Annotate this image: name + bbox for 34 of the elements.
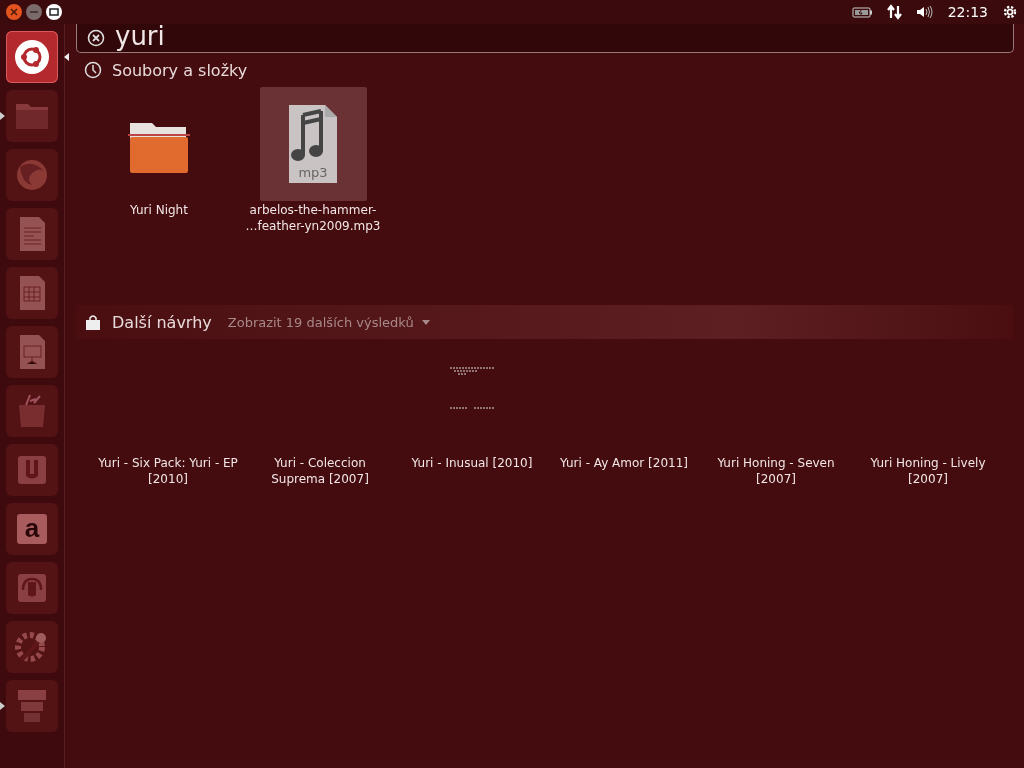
search-input[interactable]: yuri (115, 21, 415, 51)
result-item[interactable]: Yuri - Coleccion Suprema [2007] (244, 339, 396, 487)
active-indicator (64, 53, 69, 61)
settings-icon (1002, 4, 1018, 20)
volume-icon (915, 5, 934, 19)
result-item[interactable]: mp3 arbelos-the-hammer- …feather-yn2009.mp3 (238, 87, 388, 287)
result-item[interactable]: Yuri - Inusual [2010] (396, 339, 548, 487)
close-button[interactable] (6, 4, 22, 20)
maximize-button[interactable] (46, 4, 62, 20)
launcher-item[interactable]: a (6, 503, 58, 555)
launcher-item[interactable] (6, 621, 58, 673)
ubuntu-logo-icon (12, 37, 52, 77)
amazon-logo: a (17, 514, 47, 544)
clock-icon (84, 61, 102, 79)
close-icon (8, 6, 20, 18)
search-field[interactable]: yuri (76, 24, 1014, 53)
caret-icon (421, 319, 430, 325)
launcher-item[interactable] (6, 326, 58, 378)
result-item[interactable]: Yuri Night (84, 87, 234, 287)
maximize-icon (48, 7, 60, 17)
section-title: Soubory a složky (112, 60, 248, 80)
network-icon (886, 4, 902, 20)
result-item[interactable]: Yuri Honing - Seven [2007] (700, 339, 852, 487)
section-title: Další návrhy (112, 312, 212, 332)
result-item[interactable]: Yuri - Ay Amor [2011] (548, 339, 700, 487)
shopping-bag-icon (84, 313, 102, 331)
clear-icon (87, 29, 105, 47)
music-file-icon: mp3 (287, 103, 339, 185)
result-item[interactable]: Yuri Honing - Lively [2007] (852, 339, 1004, 487)
more-results-button[interactable]: Zobrazit 19 dalších výsledků (227, 314, 430, 330)
result-item[interactable]: Yuri - Six Pack: Yuri - EP [2010] (92, 339, 244, 487)
battery-icon (851, 5, 873, 19)
clock-text[interactable]: 22:13 (947, 4, 988, 20)
album-art-drawing (448, 366, 496, 412)
